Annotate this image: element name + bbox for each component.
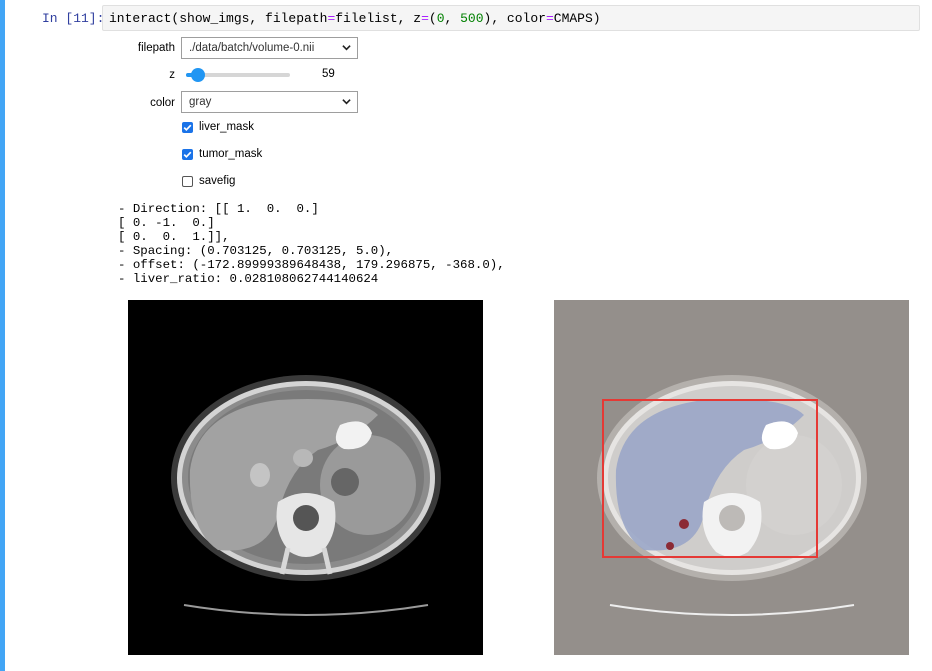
cell-selection-bar [0, 0, 5, 671]
savefig-label: savefig [199, 175, 236, 187]
ct-overlay-image [554, 300, 909, 655]
chevron-down-icon [342, 45, 351, 51]
tumor-mask-checkbox[interactable] [182, 149, 193, 160]
chevron-down-icon [342, 99, 351, 105]
filepath-value: ./data/batch/volume-0.nii [189, 42, 315, 54]
cell-prompt: In [11]: [42, 11, 105, 26]
output-line: - Direction: [[ 1. 0. 0.] [118, 202, 319, 216]
output-line: - offset: (-172.89999389648438, 179.2968… [118, 258, 505, 272]
filepath-select[interactable]: ./data/batch/volume-0.nii [181, 37, 358, 59]
tumor-overlay [679, 519, 689, 529]
tumor-overlay [666, 542, 674, 550]
output-line: - Spacing: (0.703125, 0.703125, 5.0), [118, 244, 394, 258]
liver-mask-label: liver_mask [199, 121, 254, 133]
checkmark-icon [183, 124, 192, 132]
checkmark-icon [183, 151, 192, 159]
z-value: 59 [322, 68, 335, 80]
output-line: - liver_ratio: 0.028108062744140624 [118, 272, 379, 286]
ct-slice-image [128, 300, 483, 655]
color-select[interactable]: gray [181, 91, 358, 113]
liver-mask-checkbox[interactable] [182, 122, 193, 133]
code-input[interactable]: interact(show_imgs, filepath=filelist, z… [102, 5, 920, 31]
z-slider-handle[interactable] [191, 68, 206, 82]
output-line: [ 0. -1. 0.] [118, 216, 215, 230]
color-value: gray [189, 96, 212, 108]
code-text: interact(show_imgs, filepath=filelist, z… [109, 11, 601, 26]
cell-output-text: - Direction: [[ 1. 0. 0.] [ 0. -1. 0.] [… [118, 202, 505, 286]
tumor-mask-label: tumor_mask [199, 148, 263, 160]
output-line: [ 0. 0. 1.]], [118, 230, 230, 244]
z-label: z [169, 69, 175, 81]
filepath-label: filepath [137, 42, 175, 54]
color-label: color [150, 97, 175, 109]
savefig-checkbox[interactable] [182, 176, 193, 187]
